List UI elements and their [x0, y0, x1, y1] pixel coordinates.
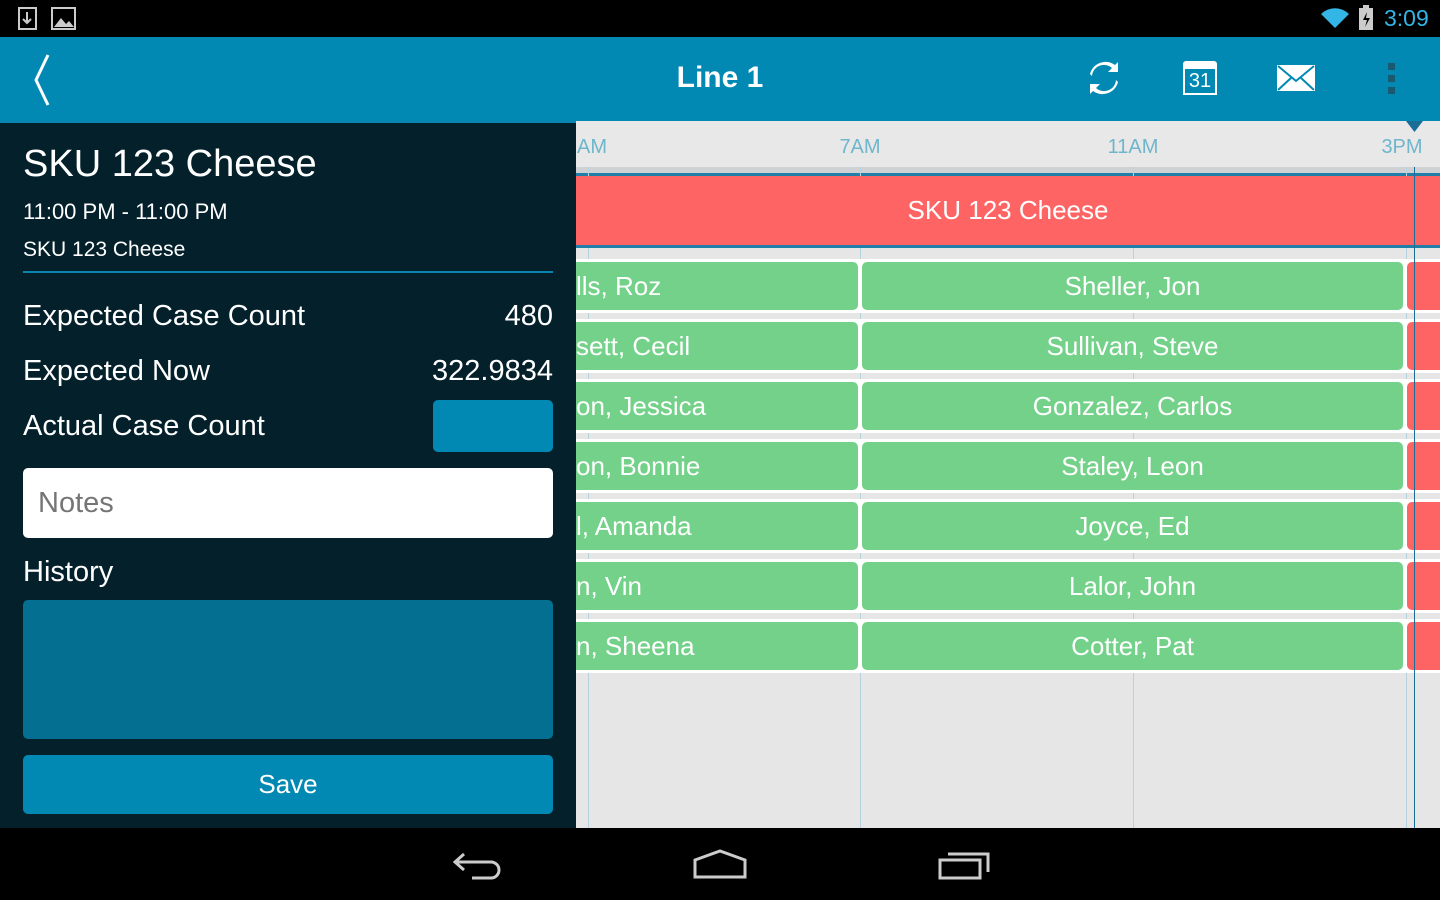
current-time-marker — [1406, 121, 1423, 132]
actual-case-count-label: Actual Case Count — [23, 410, 265, 442]
clock: 3:09 — [1384, 5, 1429, 31]
back-nav-icon[interactable] — [452, 850, 502, 880]
product-bar[interactable]: SKU 123 Cheese — [576, 176, 1440, 245]
shift-bar[interactable]: n, Vin — [576, 562, 858, 610]
history-box[interactable] — [23, 600, 553, 739]
actual-case-count-input[interactable] — [433, 400, 553, 452]
shift-bar[interactable]: Staley, Leon — [862, 442, 1403, 490]
time-axis: AM 7AM 11AM 3PM — [576, 121, 1440, 167]
shift-bar[interactable]: on, Jessica — [576, 382, 858, 430]
refresh-icon[interactable] — [1086, 59, 1122, 97]
time-range: 11:00 PM - 11:00 PM — [23, 199, 228, 224]
nav-bar — [0, 828, 1440, 900]
shift-bar[interactable]: Cotter, Pat — [862, 622, 1403, 670]
tick-label: AM — [577, 136, 607, 158]
timeline[interactable]: SKU 123 Cheese lls, Roz Sheller, Jon set… — [576, 121, 1440, 828]
detail-panel: SKU 123 Cheese 11:00 PM - 11:00 PM SKU 1… — [0, 121, 576, 828]
expected-case-count-label: Expected Case Count — [23, 300, 306, 332]
calendar-day: 31 — [1183, 69, 1217, 95]
back-icon[interactable] — [28, 53, 58, 107]
shift-bar[interactable]: lls, Roz — [576, 262, 858, 310]
divider — [23, 271, 553, 273]
battery-charging-icon — [1359, 5, 1373, 30]
shift-bar-next[interactable] — [1407, 622, 1440, 670]
calendar-icon[interactable]: 31 — [1183, 61, 1217, 95]
tick-label: 11AM — [1107, 136, 1159, 158]
shift-bar-next[interactable] — [1407, 502, 1440, 550]
shift-bar-next[interactable] — [1407, 262, 1440, 310]
wifi-icon — [1321, 8, 1349, 28]
expected-now-label: Expected Now — [23, 355, 210, 387]
product-border-bottom — [576, 245, 1440, 248]
shift-bar-next[interactable] — [1407, 382, 1440, 430]
detail-title: SKU 123 Cheese — [23, 143, 317, 185]
shift-bar[interactable]: Sheller, Jon — [862, 262, 1403, 310]
home-nav-icon[interactable] — [692, 848, 748, 880]
current-time-line — [1414, 167, 1415, 828]
tick-label: 3PM — [1381, 136, 1423, 158]
history-label: History — [23, 556, 114, 588]
shift-bar-next[interactable] — [1407, 562, 1440, 610]
shift-bar[interactable]: n, Sheena — [576, 622, 858, 670]
shift-bar[interactable]: Gonzalez, Carlos — [862, 382, 1403, 430]
shift-bar-next[interactable] — [1407, 442, 1440, 490]
expected-now-value: 322.9834 — [432, 355, 553, 387]
notes-input[interactable] — [23, 468, 553, 538]
mail-icon[interactable] — [1277, 65, 1315, 91]
shift-bar[interactable]: Lalor, John — [862, 562, 1403, 610]
image-icon — [51, 7, 76, 30]
shift-bar-next[interactable] — [1407, 322, 1440, 370]
recents-nav-icon[interactable] — [938, 850, 992, 882]
tick-label: 7AM — [839, 136, 881, 158]
shift-bar[interactable]: Sullivan, Steve — [862, 322, 1403, 370]
action-bar: Line 1 31 — [0, 37, 1440, 121]
shift-bar[interactable]: l, Amanda — [576, 502, 858, 550]
detail-subtitle: SKU 123 Cheese — [23, 238, 186, 261]
status-bar: 3:09 — [0, 0, 1440, 37]
shift-bar[interactable]: sett, Cecil — [576, 322, 858, 370]
expected-case-count-value: 480 — [504, 300, 553, 332]
save-button[interactable]: Save — [23, 755, 553, 814]
shift-bar[interactable]: Joyce, Ed — [862, 502, 1403, 550]
shift-bar[interactable]: on, Bonnie — [576, 442, 858, 490]
overflow-menu-icon[interactable] — [1386, 61, 1398, 97]
page-title: Line 1 — [676, 61, 764, 94]
